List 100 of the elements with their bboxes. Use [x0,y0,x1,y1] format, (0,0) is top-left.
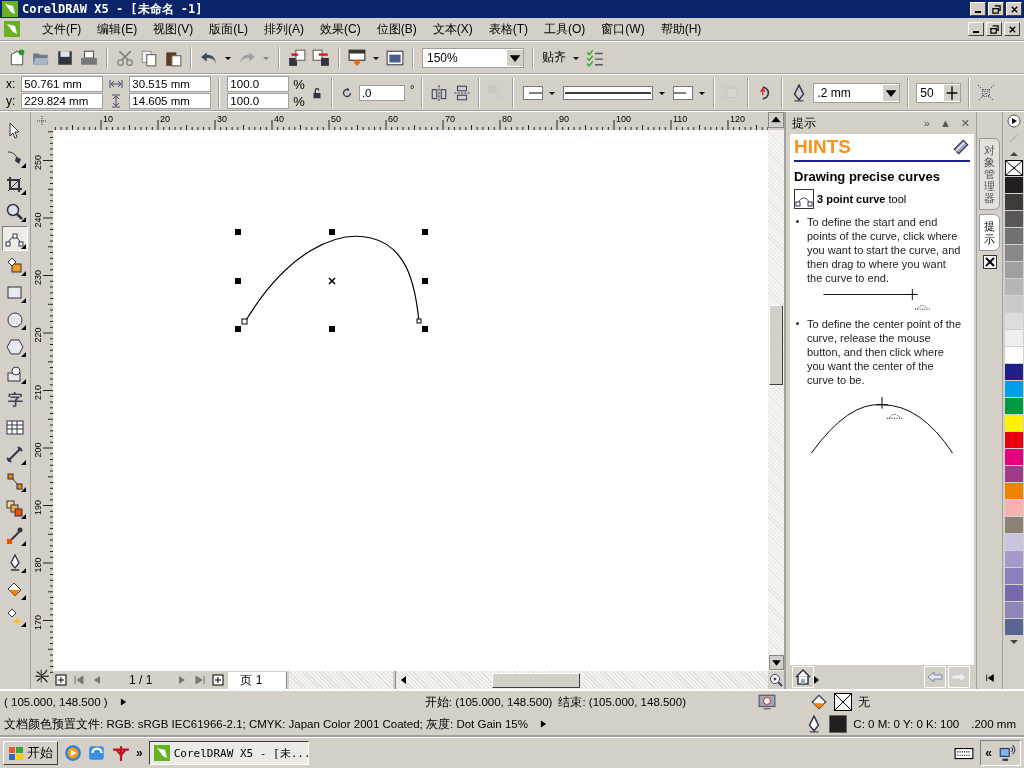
color-swatch[interactable] [1004,398,1023,415]
docker-tab[interactable]: 提示 [979,214,1000,251]
options-checklist-icon[interactable] [586,48,604,67]
close-button[interactable] [1004,22,1020,36]
selection-handle[interactable] [422,326,428,332]
scale-y-field[interactable]: 100.0 [227,93,290,109]
color-swatch[interactable] [1004,619,1023,636]
selection-handle[interactable] [422,229,428,235]
docker-button[interactable]: ▲ [939,117,951,129]
minimize-button[interactable] [968,22,984,36]
menu-item[interactable]: 视图(V) [145,20,202,38]
mirror-horizontal-icon[interactable] [430,83,449,102]
no-color-swatch[interactable] [1004,160,1023,176]
color-swatch[interactable] [1004,449,1023,466]
color-swatch[interactable] [1004,228,1023,245]
color-swatch[interactable] [1004,245,1023,262]
color-swatch[interactable] [1004,211,1023,228]
scroll-up-icon[interactable] [768,112,784,128]
color-swatch[interactable] [1004,330,1023,347]
publish-icon[interactable] [348,48,366,67]
expand-arrow-icon[interactable] [119,697,127,707]
browser-icon[interactable] [88,744,106,762]
color-swatch[interactable] [1004,517,1023,534]
add-page-icon[interactable] [212,674,225,686]
scroll-thumb[interactable] [492,672,580,688]
new-document-icon[interactable] [8,48,26,67]
docker-button[interactable]: » [923,117,930,129]
color-swatch[interactable] [1004,551,1023,568]
color-swatch[interactable] [1004,364,1023,381]
restore-button[interactable] [988,2,1004,16]
menu-item[interactable]: 窗口(W) [593,20,653,38]
selection-handle[interactable] [329,326,335,332]
selection-handle[interactable] [329,229,335,235]
selection-handle[interactable] [235,326,241,332]
selection-handle[interactable] [235,229,241,235]
scroll-thumb[interactable] [769,305,783,385]
tool-button[interactable] [2,226,28,251]
close-icon[interactable] [982,254,997,269]
network-icon[interactable] [998,744,1016,762]
palette-flyout-icon[interactable] [1006,114,1021,128]
scroll-down-icon[interactable] [768,655,784,670]
scale-x-field[interactable]: 100.0 [227,76,290,92]
outline-width-dropdown[interactable]: .2 mm [813,82,901,103]
selection-handle[interactable] [235,278,241,284]
line-end-dropdown[interactable] [671,85,707,100]
expand-arrow-icon[interactable] [540,719,547,729]
collapse-icon[interactable] [984,673,995,683]
save-icon[interactable] [56,48,74,67]
y-position-field[interactable]: 229.824 mm [21,93,104,109]
close-button[interactable] [1006,2,1022,16]
import-icon[interactable] [288,48,306,67]
pin-icon[interactable] [112,744,130,762]
menu-item[interactable]: 表格(T) [480,20,536,38]
color-swatch[interactable] [1004,500,1023,517]
quick-launch-more[interactable]: » [136,746,143,760]
color-swatch[interactable] [1004,177,1023,194]
color-swatch[interactable] [1004,483,1023,500]
line-start-dropdown[interactable] [521,85,557,100]
menu-item[interactable]: 帮助(H) [652,20,710,38]
color-swatch[interactable] [1004,279,1023,296]
menu-item[interactable]: 排列(A) [256,20,312,38]
color-swatch[interactable] [1004,602,1023,619]
tray-toggle[interactable]: « [985,746,992,760]
mirror-vertical-icon[interactable] [453,83,472,102]
color-swatch[interactable] [1004,415,1023,432]
snap-menu[interactable]: 贴齐 [542,49,566,66]
copy-icon[interactable] [140,48,158,67]
color-swatch[interactable] [1004,466,1023,483]
menu-item[interactable]: 文本(X) [424,20,481,38]
spin-field[interactable]: 50 [916,82,962,103]
menu-item[interactable]: 工具(O) [536,20,594,38]
page-tab[interactable]: 页 1 [228,671,288,689]
color-swatch[interactable] [1004,262,1023,279]
rotation-angle-field[interactable]: .0 [358,84,405,101]
zoom-level-dropdown[interactable]: 150% [422,47,524,68]
first-page-icon[interactable] [73,674,85,686]
menu-item[interactable]: 文件(F) [34,20,90,38]
home-icon[interactable] [792,666,814,688]
ruler-origin-icon[interactable] [36,115,48,127]
line-style-dropdown[interactable] [561,85,667,100]
color-swatch[interactable] [1004,347,1023,364]
menu-item[interactable]: 效果(C) [312,20,369,38]
x-position-field[interactable]: 50.761 mm [21,76,104,92]
menu-item[interactable]: 版面(L) [201,20,256,38]
color-swatch[interactable] [1004,313,1023,330]
tool-button[interactable]: 字 [2,388,28,413]
color-swatch[interactable] [1004,585,1023,602]
docker-button[interactable]: ✕ [960,116,970,130]
zoom-navigator-icon[interactable] [769,673,783,687]
color-swatch[interactable] [1004,432,1023,449]
scissors-icon[interactable] [116,48,134,67]
restore-button[interactable] [986,22,1002,36]
docker-tab[interactable]: 对象管理器 [979,138,1000,211]
display-icon[interactable] [758,693,776,711]
media-player-icon[interactable] [64,744,82,762]
menu-item[interactable]: 位图(B) [368,20,425,38]
application-launcher-icon[interactable] [386,48,404,67]
print-icon[interactable] [80,48,98,67]
width-field[interactable]: 30.515 mm [129,76,212,92]
menu-item[interactable]: 编辑(E) [89,20,146,38]
